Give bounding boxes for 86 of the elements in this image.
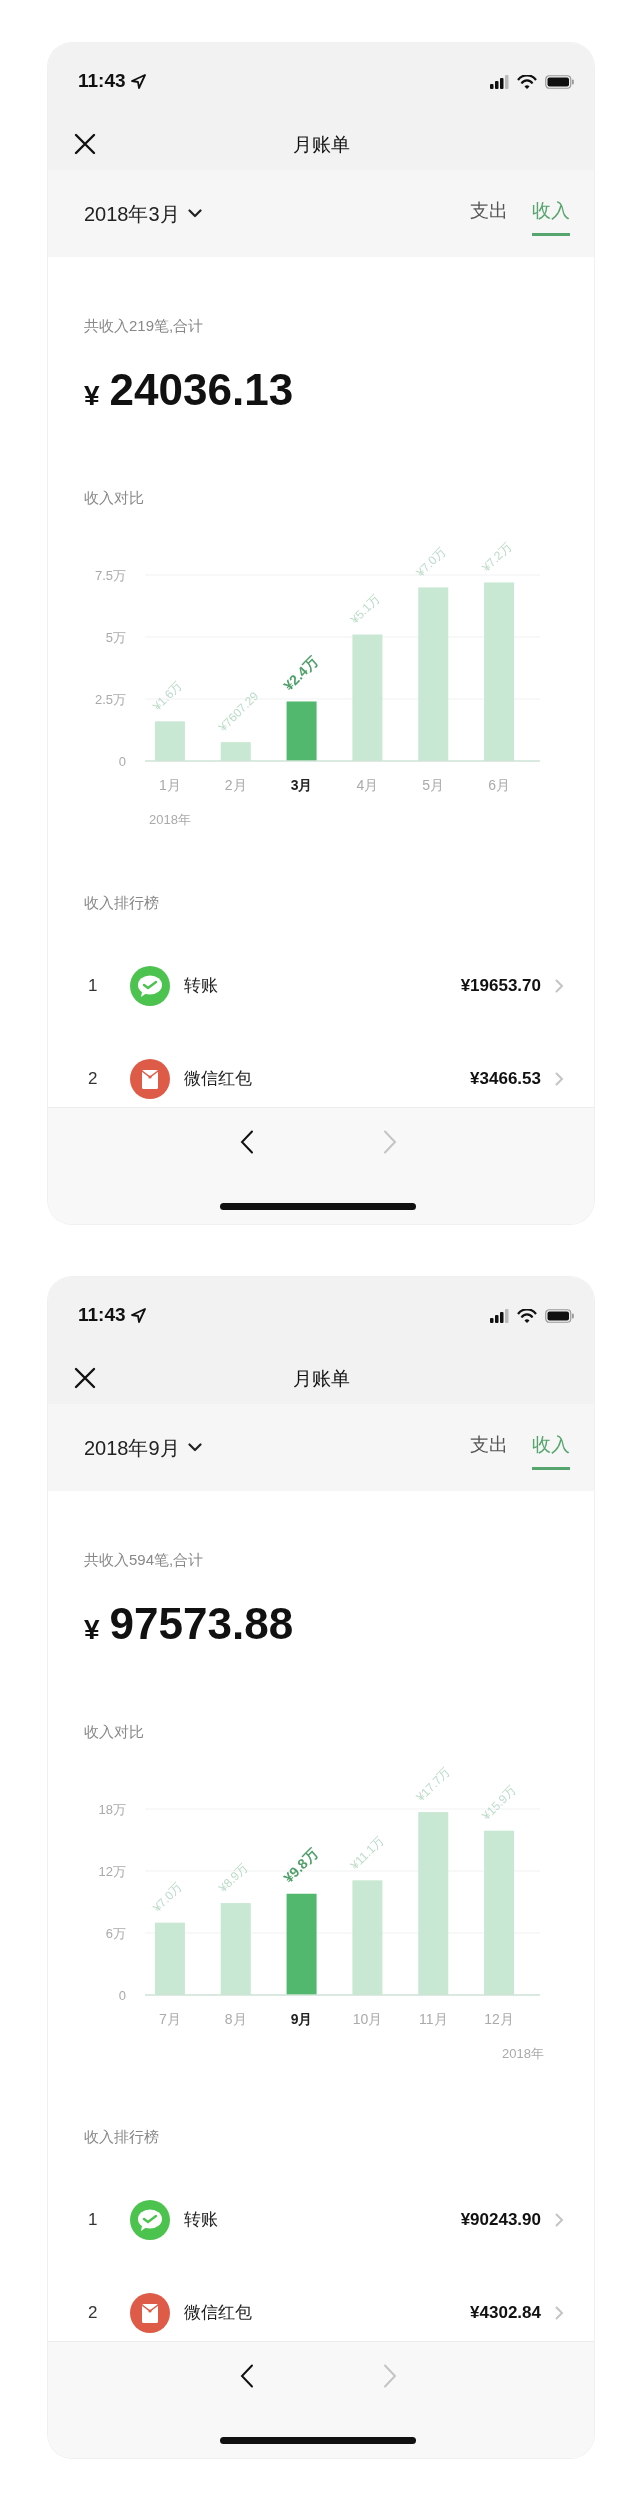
page-title: 月账单 (292, 1366, 350, 1391)
month-label[interactable]: 10月 (352, 2011, 383, 2027)
section-title: 收入对比 (84, 1722, 145, 1742)
month-picker[interactable]: 2018年3月 (84, 198, 202, 229)
axis-tick-label: 12万 (98, 1864, 126, 1879)
month-picker[interactable]: 2018年9月 (84, 1432, 202, 1463)
chevron-right-icon (555, 2212, 564, 2227)
axis-tick-label: 0 (118, 1988, 126, 2003)
month-label[interactable]: 9月 (290, 2011, 313, 2027)
chevron-right-icon (383, 2364, 397, 2388)
ranking-row[interactable]: 2 微信红包 ¥4302.84 (48, 2266, 594, 2341)
total-amount: 97573.88 (109, 1598, 294, 1650)
currency-symbol: ¥ (84, 379, 100, 413)
bar[interactable] (352, 634, 383, 761)
month-label[interactable]: 8月 (224, 2011, 247, 2027)
status-time: 11:43 (78, 69, 126, 94)
month-label[interactable]: 1月 (159, 777, 181, 793)
envelope-icon (130, 1058, 170, 1099)
battery-icon (545, 74, 574, 89)
bar[interactable] (154, 1922, 185, 1995)
chevron-left-icon (240, 1130, 254, 1154)
signal-icon (490, 74, 509, 89)
envelope-icon (130, 2292, 170, 2333)
total-amount: 24036.13 (109, 364, 294, 416)
bar[interactable] (286, 1893, 317, 1995)
axis-tick-label: 5万 (105, 630, 126, 645)
ranking-row[interactable]: 1 转账 ¥19653.70 (48, 939, 594, 1032)
location-icon (130, 74, 146, 89)
bar[interactable] (484, 1830, 515, 1995)
summary-label: 共收入594笔,合计 (84, 1550, 205, 1570)
close-button[interactable] (74, 133, 96, 155)
chevron-left-icon (240, 2364, 254, 2388)
location-icon (130, 1308, 146, 1323)
axis-tick-label: 0 (118, 754, 126, 769)
month-label[interactable]: 6月 (488, 777, 510, 793)
value-label: ¥5.1万 (347, 591, 383, 627)
chevron-right-icon (555, 2305, 564, 2320)
axis-tick-label: 2.5万 (94, 692, 126, 707)
chevron-down-icon (187, 1443, 202, 1452)
wifi-icon (517, 74, 537, 89)
summary-label: 共收入219笔,合计 (84, 316, 205, 336)
bar[interactable] (484, 582, 515, 761)
bar[interactable] (352, 1880, 383, 1995)
month-label[interactable]: 11月 (419, 2011, 448, 2027)
bar[interactable] (220, 1903, 251, 1995)
close-button[interactable] (74, 1367, 96, 1389)
tab[interactable]: 支出 (470, 1424, 508, 1471)
close-icon (74, 1367, 96, 1389)
bar[interactable] (418, 587, 449, 761)
tab[interactable]: 支出 (470, 190, 508, 237)
bar[interactable] (154, 721, 185, 761)
page-title: 月账单 (292, 132, 350, 157)
year-label: 2018年 (501, 2045, 544, 2063)
year-label: 2018年 (149, 811, 192, 829)
battery-icon (545, 1308, 574, 1323)
month-label[interactable]: 4月 (356, 777, 379, 793)
month-label[interactable]: 2月 (224, 777, 247, 793)
axis-tick-label: 7.5万 (94, 568, 126, 583)
month-label[interactable]: 5月 (422, 777, 445, 793)
chevron-down-icon (187, 209, 202, 218)
chevron-right-icon (555, 978, 564, 993)
section-title: 收入对比 (84, 488, 145, 508)
ranking-row[interactable]: 1 转账 ¥90243.90 (48, 2173, 594, 2266)
chevron-right-icon (383, 1130, 397, 1154)
tab[interactable]: 收入 (532, 190, 570, 237)
tab[interactable]: 收入 (532, 1424, 570, 1471)
status-time: 11:43 (78, 1303, 126, 1328)
signal-icon (490, 1308, 509, 1323)
axis-tick-label: 6万 (105, 1926, 126, 1941)
chat-check-icon (130, 2199, 170, 2240)
chat-check-icon (130, 965, 170, 1006)
section-title: 收入排行榜 (84, 893, 160, 913)
ranking-row[interactable]: 2 微信红包 ¥3466.53 (48, 1032, 594, 1107)
close-icon (74, 133, 96, 155)
bar[interactable] (286, 701, 317, 761)
bar[interactable] (418, 1812, 449, 1995)
month-label[interactable]: 3月 (290, 777, 313, 793)
month-label[interactable]: 7月 (159, 2011, 181, 2027)
month-label[interactable]: 12月 (484, 2011, 514, 2027)
previous-month-button[interactable] (240, 2364, 254, 2388)
axis-tick-label: 18万 (98, 1802, 126, 1817)
currency-symbol: ¥ (84, 1613, 100, 1647)
wifi-icon (517, 1308, 537, 1323)
chevron-right-icon (555, 1071, 564, 1086)
section-title: 收入排行榜 (84, 2127, 160, 2147)
previous-month-button[interactable] (240, 1130, 254, 1154)
